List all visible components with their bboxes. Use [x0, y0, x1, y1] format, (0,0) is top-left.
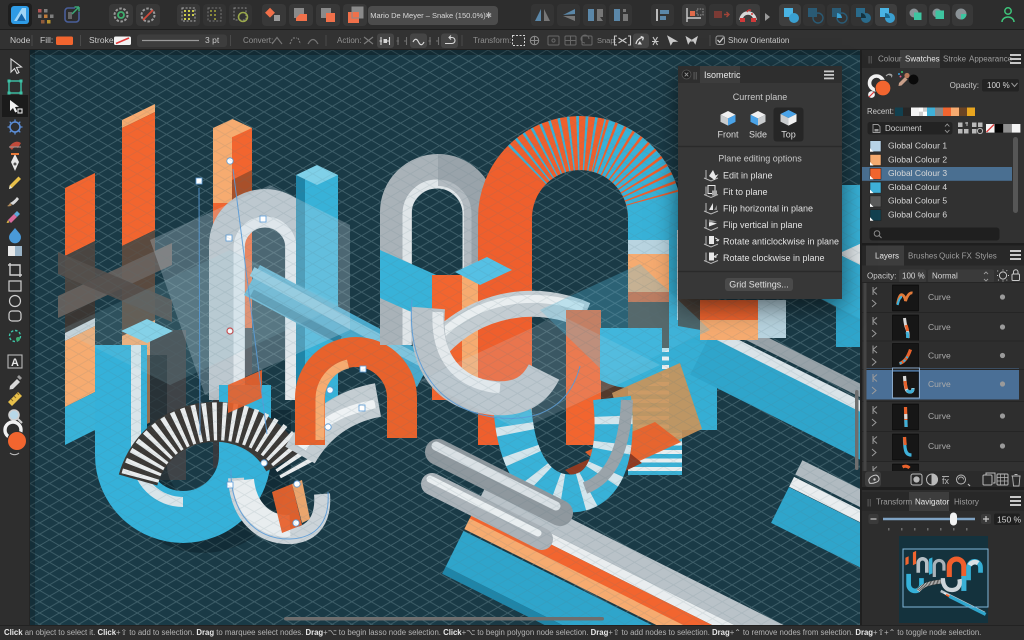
svg-text:Edit in plane: Edit in plane	[723, 171, 773, 181]
svg-text:Brushes: Brushes	[908, 252, 937, 261]
svg-text:Normal: Normal	[932, 272, 958, 281]
svg-text:Navigator: Navigator	[915, 498, 950, 507]
svg-text:Stroke: Stroke	[943, 55, 967, 64]
svg-text:Node: Node	[10, 35, 31, 45]
svg-text:||: ||	[867, 498, 871, 507]
svg-text:Opacity:: Opacity:	[867, 272, 896, 281]
svg-text:||: ||	[868, 55, 872, 64]
svg-text:Global Colour 1: Global Colour 1	[888, 141, 947, 151]
svg-text:Rotate clockwise in plane: Rotate clockwise in plane	[723, 253, 825, 263]
svg-text:Flip horizontal in plane: Flip horizontal in plane	[723, 204, 813, 214]
svg-text:A: A	[11, 357, 19, 369]
svg-text:Stroke: Stroke	[89, 35, 114, 45]
svg-text:Front: Front	[717, 130, 739, 140]
svg-text:fx: fx	[942, 476, 950, 486]
svg-text:Transform: Transform	[876, 498, 912, 507]
svg-text:Global Colour 6: Global Colour 6	[888, 210, 947, 220]
svg-text:Curve: Curve	[928, 351, 951, 361]
svg-text:Action:: Action:	[337, 36, 361, 45]
svg-text:Side: Side	[749, 130, 767, 140]
svg-text:Current plane: Current plane	[733, 92, 788, 102]
svg-text:100 %: 100 %	[987, 81, 1010, 90]
svg-text:Curve: Curve	[928, 292, 951, 302]
svg-text:Fill:: Fill:	[40, 35, 53, 45]
svg-text:Show Orientation: Show Orientation	[728, 36, 789, 45]
svg-text:Quick FX: Quick FX	[939, 252, 973, 261]
svg-text:Global Colour 4: Global Colour 4	[888, 182, 947, 192]
svg-text:Flip vertical in plane: Flip vertical in plane	[723, 220, 803, 230]
svg-text:Curve: Curve	[928, 322, 951, 332]
svg-text:Recent:: Recent:	[867, 107, 894, 116]
svg-text:Isometric: Isometric	[704, 70, 741, 80]
svg-text:Curve: Curve	[928, 441, 951, 451]
svg-text:Layers: Layers	[875, 252, 899, 261]
svg-text:Styles: Styles	[975, 252, 997, 261]
svg-text:150 %: 150 %	[997, 515, 1022, 525]
svg-text:Global Colour 3: Global Colour 3	[888, 168, 947, 178]
svg-text:Appearance: Appearance	[969, 55, 1013, 64]
svg-text:Document: Document	[885, 124, 922, 133]
svg-text:Global Colour 2: Global Colour 2	[888, 154, 947, 164]
svg-text:Snap:: Snap:	[597, 36, 617, 45]
svg-text:3 pt: 3 pt	[205, 35, 220, 45]
svg-text:Fit to plane: Fit to plane	[723, 187, 768, 197]
svg-text:Top: Top	[781, 130, 796, 140]
svg-text:Grid Settings...: Grid Settings...	[729, 280, 789, 290]
svg-text:Colour: Colour	[878, 55, 902, 64]
svg-text:Curve: Curve	[928, 379, 951, 389]
svg-text:Transform:: Transform:	[473, 36, 511, 45]
svg-text:Rotate anticlockwise in plane: Rotate anticlockwise in plane	[723, 237, 839, 247]
svg-text:Convert:: Convert:	[243, 36, 273, 45]
svg-text:||: ||	[693, 71, 697, 80]
svg-text:Curve: Curve	[928, 411, 951, 421]
svg-text:Global Colour 5: Global Colour 5	[888, 196, 947, 206]
svg-text:Swatches: Swatches	[905, 55, 940, 64]
svg-text:Opacity:: Opacity:	[950, 81, 979, 90]
svg-text:Plane editing options: Plane editing options	[718, 154, 802, 164]
svg-text:History: History	[954, 498, 979, 507]
